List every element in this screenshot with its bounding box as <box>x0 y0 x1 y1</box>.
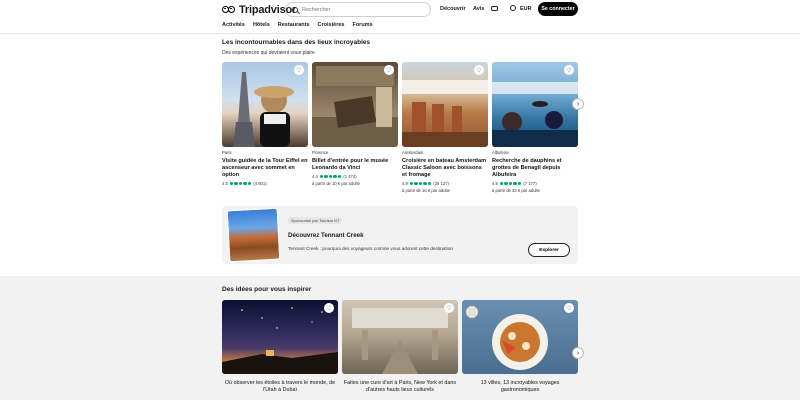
section-subtitle: Des expériences qui devraient vous plair… <box>222 50 315 56</box>
article-photo: ♡ <box>222 300 338 374</box>
experience-card[interactable]: ♡ Albufeira Recherche de dauphins et gro… <box>492 62 578 193</box>
rating-value: 4.5 <box>222 181 228 186</box>
section-title: Des idées pour vous inspirer <box>222 286 312 293</box>
sponsor-description: Tennant Creek : pourquoi des voyageurs c… <box>288 246 453 251</box>
rating-bubbles-icon <box>229 181 252 186</box>
login-button[interactable]: Se connecter <box>538 2 578 16</box>
review-count: (1 474) <box>343 174 357 179</box>
carousel-next-arrow-icon[interactable]: › <box>572 98 584 110</box>
search-icon <box>292 6 298 13</box>
card-location: Florence <box>312 150 329 155</box>
card-title[interactable]: Recherche de dauphins et grottes de Bena… <box>492 158 578 179</box>
card-title[interactable]: Visite guidée de la Tour Eiffel en ascen… <box>222 158 308 179</box>
header-divider <box>0 33 800 34</box>
messages-icon[interactable] <box>491 6 498 11</box>
article-card[interactable]: ♡ Faites une cure d'art à Paris, New Yor… <box>342 300 458 394</box>
top-header: Tripadvisor Découvrir Avis EUR Se connec… <box>0 0 800 20</box>
card-price: à partir de 10 € par adulte <box>312 181 360 186</box>
experience-photo: ♡ <box>312 62 398 147</box>
nav-reviews[interactable]: Avis <box>473 6 484 12</box>
search-bar[interactable] <box>285 2 431 17</box>
card-location: Amsterdam <box>402 150 424 155</box>
experience-photo: ♡ <box>222 62 308 147</box>
heart-icon[interactable]: ♡ <box>324 303 334 313</box>
rating-bubbles-icon <box>409 181 432 186</box>
subnav-restaurants[interactable]: Restaurants <box>278 22 310 28</box>
category-nav: Activités Hôtels Restaurants Croisières … <box>222 22 373 28</box>
sponsored-banner[interactable]: Sponsorisé par Tourism NT Découvrez Tenn… <box>222 206 578 264</box>
search-input[interactable] <box>302 6 422 13</box>
heart-icon[interactable]: ♡ <box>564 65 574 75</box>
globe-icon[interactable] <box>510 5 516 11</box>
heart-icon[interactable]: ♡ <box>564 303 574 313</box>
section-title: Les incontournables dans des lieux incro… <box>222 39 371 46</box>
article-photo: ♡ <box>342 300 458 374</box>
heart-icon[interactable]: ♡ <box>294 65 304 75</box>
experience-photo: ♡ <box>402 62 488 147</box>
experience-card[interactable]: ♡ Florence Billet d'entrée pour le musée… <box>312 62 398 186</box>
rating-value: 4.9 <box>402 181 408 186</box>
heart-icon[interactable]: ♡ <box>474 65 484 75</box>
review-count: (7 177) <box>523 181 537 186</box>
nav-discover[interactable]: Découvrir <box>440 6 466 12</box>
card-rating: 4.5 (4 801) <box>222 181 308 186</box>
heart-icon[interactable]: ♡ <box>444 303 454 313</box>
experience-photo: ♡ <box>492 62 578 147</box>
rating-bubbles-icon <box>499 181 522 186</box>
sponsor-photo <box>226 207 281 263</box>
card-price: à partir de 16 € par adulte <box>402 188 450 193</box>
experience-card[interactable]: ♡ Paris Visite guidée de la Tour Eiffel … <box>222 62 308 186</box>
currency-selector[interactable]: EUR <box>520 6 532 12</box>
article-card[interactable]: ♡ Où observer les étoiles à travers le m… <box>222 300 338 394</box>
rating-value: 4.4 <box>312 174 318 179</box>
card-location: Paris <box>222 150 232 155</box>
article-photo: ♡ <box>462 300 578 374</box>
article-caption[interactable]: Faites une cure d'art à Paris, New York … <box>342 380 458 394</box>
article-caption[interactable]: Où observer les étoiles à travers le mon… <box>222 380 338 394</box>
heart-icon[interactable]: ♡ <box>384 65 394 75</box>
carousel-next-arrow-icon[interactable]: › <box>572 347 584 359</box>
card-title[interactable]: Croisière en bateau Amsterdam Classic Sa… <box>402 158 488 179</box>
owl-logo-icon <box>222 5 236 15</box>
explore-button[interactable]: Explorer <box>528 243 570 257</box>
rating-value: 4.9 <box>492 181 498 186</box>
rating-bubbles-icon <box>319 174 342 179</box>
sponsored-badge: Sponsorisé par Tourism NT <box>288 217 343 224</box>
card-location: Albufeira <box>492 150 509 155</box>
article-caption[interactable]: 13 villes, 13 incroyables voyages gastro… <box>462 380 578 394</box>
card-rating: 4.9 (29 127) <box>402 181 488 186</box>
experience-card[interactable]: ♡ Amsterdam Croisière en bateau Amsterda… <box>402 62 488 193</box>
review-count: (29 127) <box>433 181 449 186</box>
card-price: à partir de 33 € par adulte <box>492 188 540 193</box>
subnav-hotels[interactable]: Hôtels <box>253 22 270 28</box>
card-rating: 4.9 (7 177) <box>492 181 578 186</box>
subnav-activities[interactable]: Activités <box>222 22 245 28</box>
card-title[interactable]: Billet d'entrée pour le musée Leonardo d… <box>312 158 398 172</box>
subnav-forums[interactable]: Forums <box>352 22 372 28</box>
sponsor-title[interactable]: Découvrez Tennant Creek <box>288 232 364 239</box>
card-rating: 4.4 (1 474) <box>312 174 398 179</box>
article-card[interactable]: ♡ 13 villes, 13 incroyables voyages gast… <box>462 300 578 394</box>
subnav-cruises[interactable]: Croisières <box>318 22 345 28</box>
review-count: (4 801) <box>253 181 267 186</box>
